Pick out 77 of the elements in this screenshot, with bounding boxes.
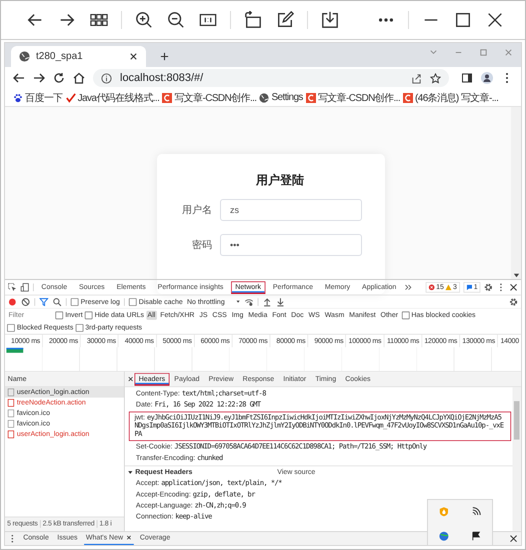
input-field[interactable]: zs bbox=[220, 199, 362, 221]
star-icon[interactable] bbox=[430, 72, 441, 84]
scrollbar[interactable] bbox=[511, 107, 521, 279]
close-icon[interactable] bbox=[128, 376, 134, 382]
close-icon[interactable] bbox=[126, 534, 132, 540]
c-logo-icon bbox=[403, 92, 414, 102]
inspect-icon[interactable] bbox=[8, 282, 17, 292]
checkbox[interactable] bbox=[129, 298, 137, 306]
reload-icon[interactable] bbox=[53, 72, 65, 84]
bookmark[interactable]: (46条消息) 写文章-... bbox=[403, 90, 498, 104]
checkbox[interactable] bbox=[402, 311, 410, 319]
record-icon[interactable] bbox=[8, 297, 17, 306]
device-icon[interactable] bbox=[20, 282, 30, 292]
bookmark[interactable]: 写文章-CSDN创作... bbox=[162, 90, 256, 104]
zoom-in-icon[interactable] bbox=[135, 11, 153, 29]
request-bar bbox=[6, 348, 24, 353]
search-icon[interactable] bbox=[52, 297, 62, 306]
scrollbar[interactable] bbox=[512, 387, 521, 531]
field-label: 用户名 bbox=[181, 204, 212, 217]
download-icon[interactable] bbox=[321, 11, 339, 29]
browser-tab[interactable]: t280_spa1 bbox=[11, 46, 146, 67]
zoom-out-icon[interactable] bbox=[167, 11, 185, 29]
globe-icon bbox=[259, 92, 270, 102]
bookmark[interactable]: Settings bbox=[259, 92, 303, 103]
c-logo-icon bbox=[162, 92, 172, 102]
checkbox[interactable] bbox=[55, 311, 64, 319]
forward-icon[interactable] bbox=[33, 72, 45, 84]
caret-icon[interactable] bbox=[512, 272, 520, 279]
globe-icon bbox=[19, 51, 30, 62]
caret-icon bbox=[236, 300, 240, 304]
side-panel-icon[interactable] bbox=[461, 72, 473, 84]
chevrons-icon[interactable] bbox=[404, 282, 414, 292]
address-bar[interactable]: localhost:8083/#/ bbox=[93, 69, 449, 87]
close-icon[interactable] bbox=[129, 52, 138, 61]
home-icon[interactable] bbox=[73, 72, 85, 84]
field-label: 密码 bbox=[191, 238, 212, 252]
close-icon[interactable] bbox=[509, 534, 518, 543]
close-icon[interactable] bbox=[509, 282, 518, 292]
new-tab-icon[interactable] bbox=[160, 52, 169, 61]
wifi-settings-icon[interactable] bbox=[244, 297, 254, 306]
input-field[interactable]: ••• bbox=[220, 234, 362, 256]
c-logo-icon bbox=[306, 92, 316, 102]
settings-icon[interactable] bbox=[484, 282, 493, 292]
flag-icon[interactable] bbox=[471, 531, 482, 542]
triangle-icon[interactable] bbox=[128, 469, 134, 475]
bookmark[interactable]: 写文章-CSDN创作... bbox=[306, 90, 400, 104]
maximize-icon[interactable] bbox=[454, 11, 472, 29]
profile-icon[interactable] bbox=[481, 72, 493, 84]
actual-size-icon[interactable] bbox=[199, 11, 217, 29]
upload-icon[interactable] bbox=[262, 297, 272, 306]
checkbox[interactable] bbox=[70, 298, 78, 306]
login-title: 用户登陆 bbox=[256, 172, 304, 189]
close-icon[interactable] bbox=[486, 11, 504, 29]
bookmark[interactable]: Java代码在线格式... bbox=[66, 90, 160, 104]
download-icon[interactable] bbox=[276, 297, 285, 306]
globe-icon[interactable] bbox=[439, 531, 449, 542]
bookmark[interactable]: 百度一下 bbox=[13, 90, 63, 104]
back-icon[interactable] bbox=[13, 72, 25, 84]
checkbox[interactable] bbox=[7, 324, 15, 332]
clear-icon[interactable] bbox=[21, 297, 30, 306]
grid-icon[interactable] bbox=[90, 11, 108, 29]
rotate-icon[interactable] bbox=[244, 11, 262, 29]
checkbox[interactable] bbox=[84, 311, 92, 319]
warning-icon bbox=[445, 284, 452, 290]
filter-icon[interactable] bbox=[39, 297, 48, 306]
paw-icon bbox=[13, 92, 23, 102]
signal-icon[interactable] bbox=[471, 506, 482, 517]
error-icon bbox=[428, 284, 435, 290]
check-icon bbox=[66, 92, 76, 102]
chevron-down-icon[interactable] bbox=[429, 48, 438, 57]
edit-icon[interactable] bbox=[276, 11, 294, 29]
message-icon bbox=[466, 284, 472, 290]
settings-icon[interactable] bbox=[509, 297, 518, 306]
tab-title: t280_spa1 bbox=[36, 51, 84, 62]
info-icon[interactable] bbox=[101, 72, 112, 84]
checkbox[interactable] bbox=[75, 324, 84, 332]
share-icon[interactable] bbox=[411, 72, 422, 84]
